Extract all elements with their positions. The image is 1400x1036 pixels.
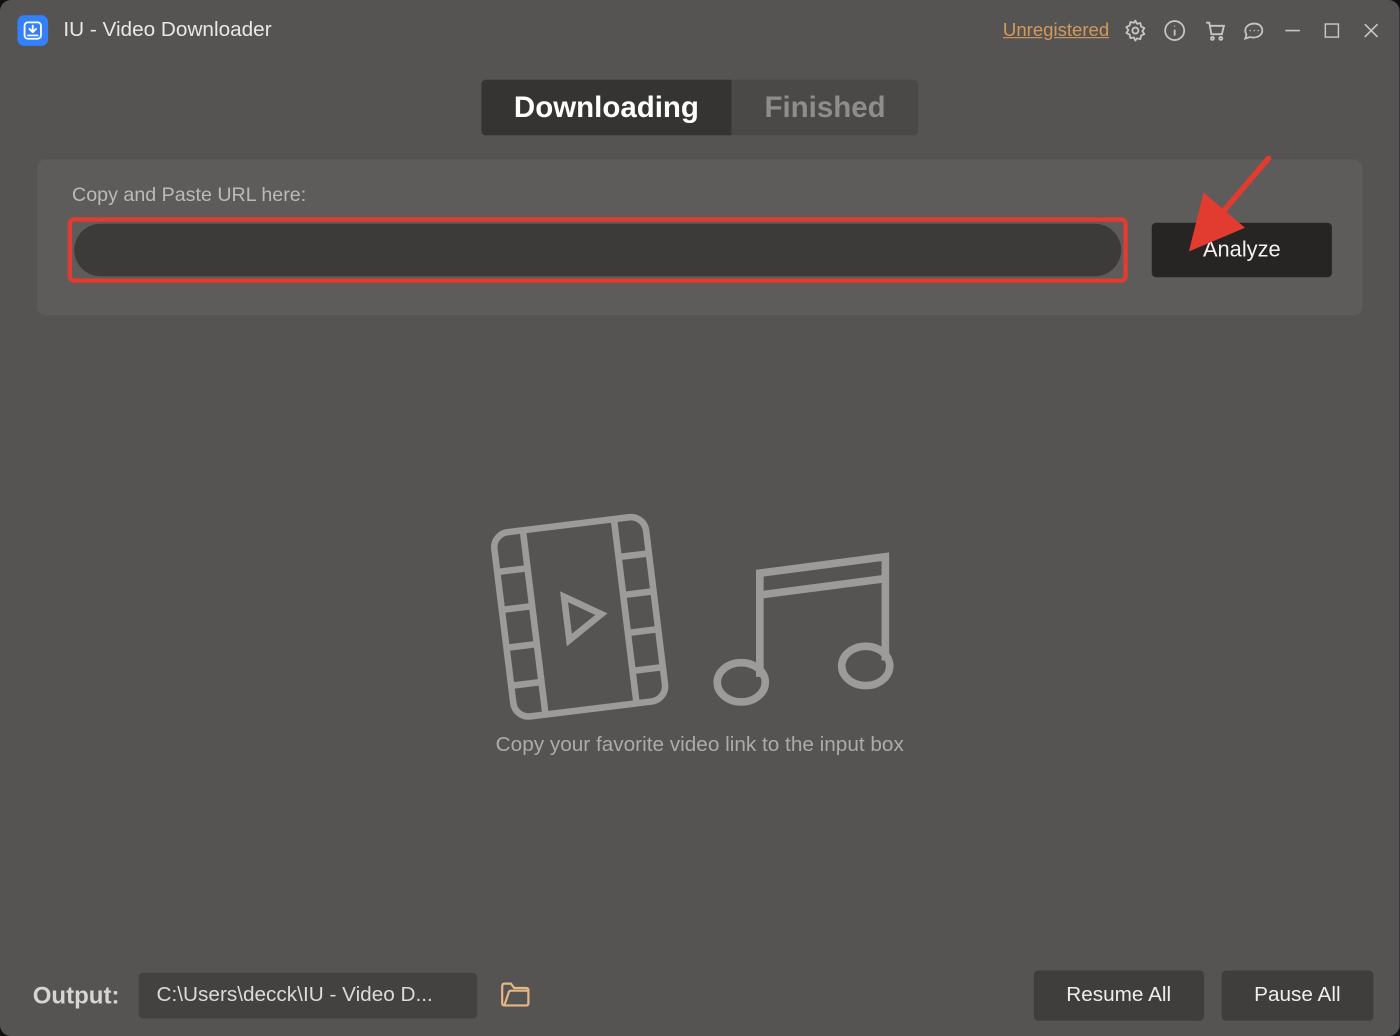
output-label: Output: (33, 981, 120, 1009)
settings-button[interactable] (1116, 8, 1155, 52)
empty-state-hint: Copy your favorite video link to the inp… (0, 734, 1400, 758)
maximize-button[interactable] (1312, 8, 1351, 52)
tab-group: Downloading Finished (481, 80, 918, 136)
tab-bar: Downloading Finished (0, 60, 1400, 159)
app-icon (17, 15, 48, 46)
title-bar: IU - Video Downloader Unregistered (0, 0, 1400, 60)
empty-state: Copy your favorite video link to the inp… (0, 513, 1400, 758)
app-title: IU - Video Downloader (63, 18, 271, 42)
open-folder-button[interactable] (499, 979, 532, 1013)
bottom-bar: Output: C:\Users\decck\IU - Video D... R… (0, 955, 1400, 1036)
cart-button[interactable] (1194, 8, 1233, 52)
info-button[interactable] (1155, 8, 1194, 52)
url-panel: Copy and Paste URL here: Analyze (37, 159, 1362, 315)
minimize-button[interactable] (1273, 8, 1312, 52)
output-path-field[interactable]: C:\Users\decck\IU - Video D... (139, 973, 477, 1019)
analyze-button[interactable]: Analyze (1152, 223, 1332, 278)
url-input[interactable] (74, 224, 1121, 276)
feedback-button[interactable] (1234, 8, 1273, 52)
tab-finished[interactable]: Finished (732, 80, 919, 136)
url-highlight-box (68, 217, 1128, 283)
film-icon (480, 503, 679, 730)
url-label: Copy and Paste URL here: (72, 183, 1332, 206)
resume-all-button[interactable]: Resume All (1033, 971, 1203, 1021)
close-button[interactable] (1352, 8, 1391, 52)
pause-all-button[interactable]: Pause All (1221, 971, 1373, 1021)
unregistered-link[interactable]: Unregistered (1003, 19, 1109, 41)
tab-downloading[interactable]: Downloading (481, 80, 732, 136)
app-window: IU - Video Downloader Unregistered Downl… (0, 0, 1400, 1036)
music-note-icon (700, 546, 907, 721)
empty-state-graphic (0, 513, 1400, 720)
